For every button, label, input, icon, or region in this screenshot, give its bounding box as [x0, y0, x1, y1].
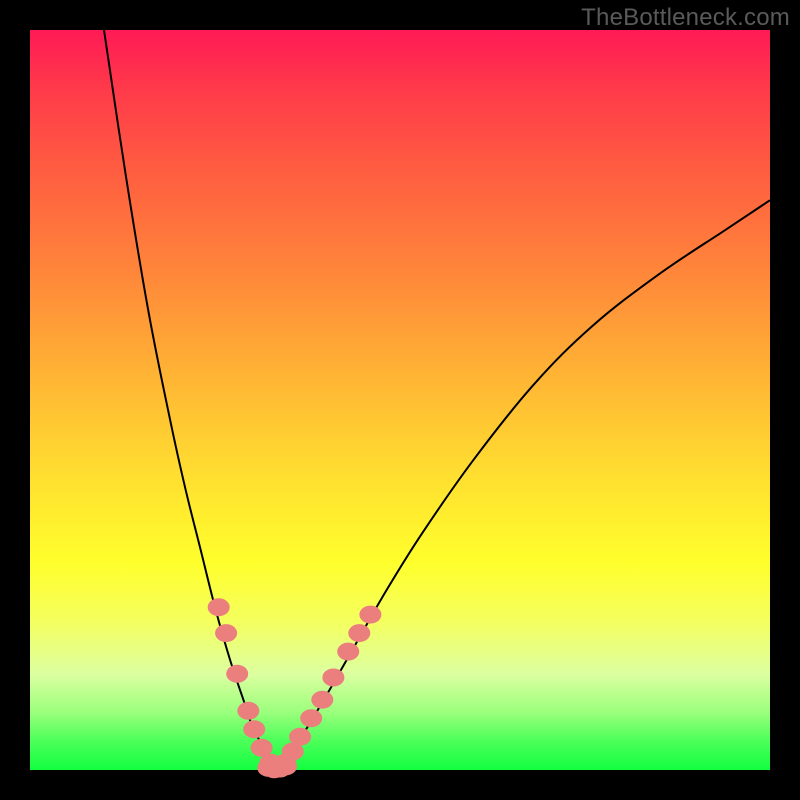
watermark-text: TheBottleneck.com — [581, 4, 790, 32]
left-marker — [243, 720, 265, 738]
right-marker — [337, 643, 359, 661]
curve-right-arm — [274, 200, 770, 770]
right-marker — [311, 691, 333, 709]
right-marker — [322, 669, 344, 687]
chart-frame: TheBottleneck.com — [0, 0, 800, 800]
marker-group — [208, 598, 382, 778]
left-marker — [226, 665, 248, 683]
right-marker — [359, 606, 381, 624]
right-marker — [289, 728, 311, 746]
left-marker — [237, 702, 259, 720]
right-marker — [300, 709, 322, 727]
plot-area — [30, 30, 770, 770]
left-marker — [215, 624, 237, 642]
left-marker — [208, 598, 230, 616]
right-marker — [348, 624, 370, 642]
curve-svg — [30, 30, 770, 770]
curve-group — [104, 30, 770, 770]
curve-left-arm — [104, 30, 274, 770]
